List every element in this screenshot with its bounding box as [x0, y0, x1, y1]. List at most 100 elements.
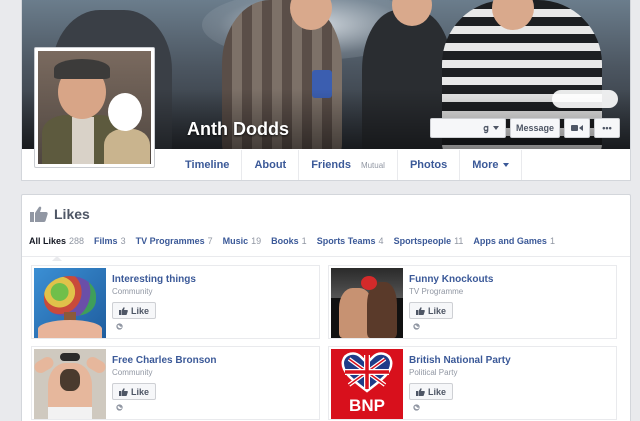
- globe-icon: [116, 404, 123, 411]
- bnp-logo: BNP: [341, 352, 393, 415]
- tab-count: 288: [69, 236, 85, 246]
- message-button[interactable]: Message: [510, 118, 560, 138]
- tab-apps-and-games[interactable]: Apps and Games 1: [473, 236, 555, 252]
- like-button-label: Like: [131, 305, 150, 316]
- page-category: TV Programme: [409, 287, 464, 296]
- page-thumbnail[interactable]: [34, 268, 106, 338]
- cover-redaction: [552, 90, 618, 108]
- timeline-nav: Timeline About Friends Mutual Photos Mor…: [167, 150, 522, 180]
- likes-section: Likes All Likes 288 Films 3 TV Programmes 7…: [21, 194, 631, 421]
- thumbs-up-icon: [416, 306, 425, 315]
- like-button[interactable]: Like: [112, 302, 157, 319]
- thumbnail-art: [367, 282, 397, 338]
- tab-label: Music: [222, 236, 249, 246]
- tab-books[interactable]: Books 1: [271, 236, 307, 252]
- tab-more[interactable]: More: [459, 150, 522, 180]
- thumbnail-art: [44, 276, 96, 316]
- tab-label: Sportspeople: [393, 236, 452, 246]
- friend-status-label: ց: [483, 122, 489, 133]
- page-category: Community: [112, 287, 153, 296]
- tab-about[interactable]: About: [241, 150, 298, 180]
- thumbs-up-icon: [119, 387, 128, 396]
- globe-icon: [413, 323, 420, 330]
- cover-actions: ց Message •••: [430, 118, 620, 138]
- thumbnail-art: [38, 320, 102, 338]
- page-name-link[interactable]: British National Party: [409, 355, 511, 366]
- tab-label: TV Programmes: [135, 236, 205, 246]
- tab-label: Apps and Games: [473, 236, 547, 246]
- more-options-button[interactable]: •••: [594, 118, 620, 138]
- photo-cap: [54, 59, 110, 79]
- page-name-link[interactable]: Free Charles Bronson: [112, 355, 216, 366]
- page-name-link[interactable]: Interesting things: [112, 274, 196, 285]
- likes-title[interactable]: Likes: [54, 206, 90, 222]
- tab-tv-programmes[interactable]: TV Programmes 7: [136, 236, 213, 252]
- thumbnail-art: [60, 353, 80, 361]
- tab-music[interactable]: Music 19: [223, 236, 262, 252]
- tab-label: Photos: [409, 159, 448, 171]
- page-thumbnail[interactable]: [34, 349, 106, 419]
- thumbs-up-icon: [119, 306, 128, 315]
- tab-count: 19: [251, 236, 262, 246]
- camera-icon: [571, 125, 583, 131]
- tab-friends[interactable]: Friends Mutual: [298, 150, 397, 180]
- page-thumbnail[interactable]: BNP: [331, 349, 403, 419]
- globe-icon: [413, 404, 420, 411]
- tab-photos[interactable]: Photos: [396, 150, 459, 180]
- thumbnail-art: [60, 369, 80, 391]
- tab-films[interactable]: Films 3: [94, 236, 126, 252]
- profile-name[interactable]: Anth Dodds: [187, 119, 289, 140]
- thumbs-up-icon: [416, 387, 425, 396]
- globe-icon: [116, 323, 123, 330]
- page-name-link[interactable]: Funny Knockouts: [409, 274, 493, 285]
- tab-count: 4: [378, 236, 384, 246]
- profile-photo: [38, 51, 151, 164]
- like-button[interactable]: Like: [112, 383, 157, 400]
- tab-label: All Likes: [29, 236, 67, 246]
- page-category: Political Party: [409, 368, 458, 377]
- tab-label: Sports Teams: [316, 236, 376, 246]
- liked-page-card: Interesting things Community Like: [31, 265, 320, 339]
- liked-page-card: Funny Knockouts TV Programme Like: [328, 265, 617, 339]
- photo-blurred-face: [108, 93, 142, 131]
- like-button[interactable]: Like: [409, 302, 454, 319]
- tab-label: About: [254, 159, 287, 171]
- liked-page-card: Free Charles Bronson Community Like: [31, 346, 320, 420]
- thumbs-up-icon: [30, 206, 48, 222]
- tab-count: 1: [549, 236, 555, 246]
- like-button-label: Like: [428, 386, 447, 397]
- like-button[interactable]: Like: [409, 383, 454, 400]
- photo-child: [104, 129, 150, 164]
- tab-count: 3: [120, 236, 126, 246]
- thumbnail-art: [361, 276, 377, 290]
- chevron-down-icon: [502, 163, 509, 167]
- tab-sports-teams[interactable]: Sports Teams 4: [317, 236, 384, 252]
- friend-status-button[interactable]: ց: [430, 118, 506, 138]
- page-category: Community: [112, 368, 153, 377]
- tab-count: 11: [454, 236, 464, 246]
- like-button-label: Like: [428, 305, 447, 316]
- tab-label: Films: [94, 236, 118, 246]
- profile-picture[interactable]: [34, 47, 155, 168]
- bnp-logo-text: BNP: [349, 396, 385, 415]
- tab-timeline[interactable]: Timeline: [167, 150, 241, 180]
- tab-count: 1: [301, 236, 307, 246]
- photo-shirt: [72, 117, 94, 164]
- tab-label: Books: [271, 236, 299, 246]
- chevron-down-icon: [493, 126, 499, 130]
- page-thumbnail[interactable]: [331, 268, 403, 338]
- tab-label: More: [472, 159, 499, 171]
- tab-label: Friends: [311, 159, 351, 171]
- tab-count: 7: [207, 236, 213, 246]
- video-call-button[interactable]: [564, 118, 590, 138]
- friends-mutual-label: Mutual: [360, 160, 385, 170]
- like-button-label: Like: [131, 386, 150, 397]
- divider: [22, 256, 630, 257]
- likes-header: Likes: [30, 206, 90, 222]
- tab-sportspeople[interactable]: Sportspeople 11: [394, 236, 464, 252]
- tab-all-likes[interactable]: All Likes 288: [29, 236, 85, 261]
- liked-page-card: BNP British National Party Political Par…: [328, 346, 617, 420]
- profile-header: Anth Dodds ց Message ••• Timeline About …: [21, 0, 631, 181]
- likes-filter-tabs: All Likes 288 Films 3 TV Programmes 7 Music…: [29, 236, 565, 261]
- tab-label: Timeline: [185, 159, 230, 171]
